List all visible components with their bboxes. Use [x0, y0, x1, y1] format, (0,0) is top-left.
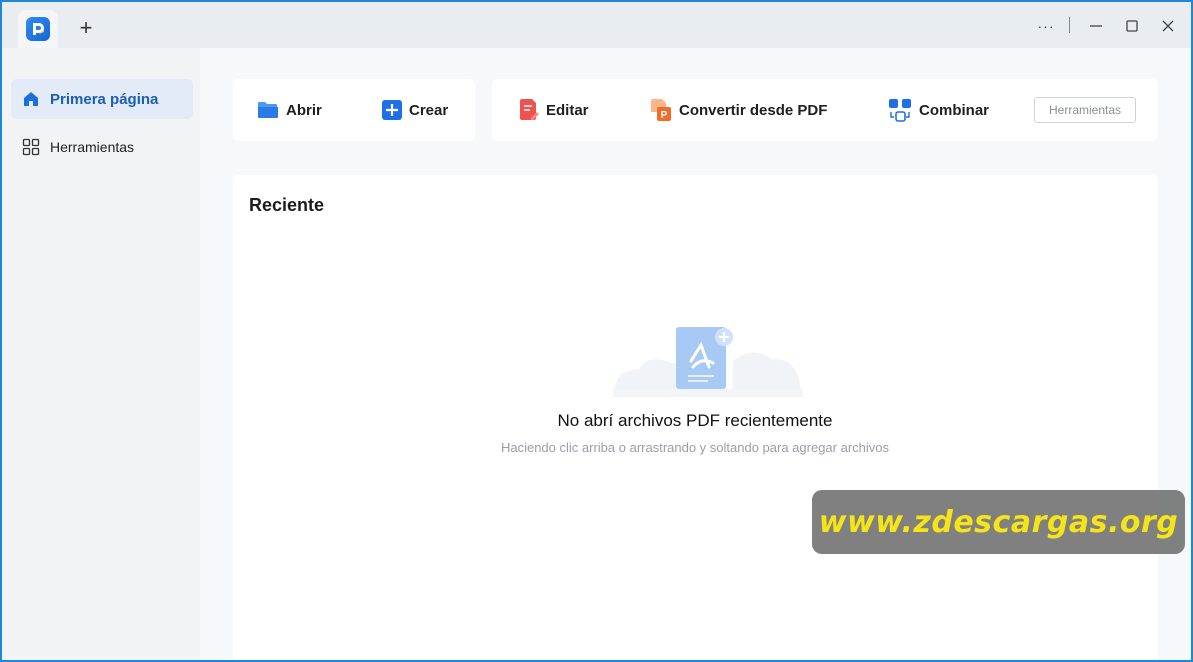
sidebar-item-label: Primera página — [50, 90, 159, 108]
combine-button[interactable]: Combinar — [889, 79, 989, 141]
app-window: + ··· Primera página Herramientas Abrir … — [2, 2, 1191, 660]
sidebar: Primera página Herramientas — [2, 48, 200, 660]
open-button[interactable]: Abrir — [257, 79, 322, 141]
maximize-icon — [1126, 20, 1138, 32]
convert-button[interactable]: P Convertir desde PDF — [650, 79, 827, 141]
plus-square-icon — [382, 100, 402, 120]
create-button[interactable]: Crear — [382, 79, 448, 141]
create-label: Crear — [409, 101, 449, 119]
sidebar-item-home[interactable]: Primera página — [11, 79, 193, 119]
close-button[interactable] — [1154, 12, 1182, 40]
empty-pdf-illustration-icon — [613, 327, 803, 397]
close-icon — [1162, 20, 1174, 32]
folder-icon — [258, 102, 278, 118]
main-content: Abrir Crear Editar P Convertir desde PDF… — [200, 48, 1191, 660]
more-options-icon[interactable]: ··· — [1032, 12, 1060, 40]
maximize-button[interactable] — [1118, 12, 1146, 40]
empty-state-subtitle: Haciendo clic arriba o arrastrando y sol… — [500, 440, 890, 455]
new-tab-button[interactable]: + — [74, 16, 98, 40]
combine-icon — [889, 98, 911, 122]
minimize-button[interactable] — [1082, 12, 1110, 40]
tools-button[interactable]: Herramientas — [1034, 97, 1136, 123]
combine-label: Combinar — [919, 101, 990, 119]
convert-label: Convertir desde PDF — [679, 101, 828, 119]
sidebar-item-label: Herramientas — [50, 139, 135, 155]
edit-document-icon — [520, 99, 539, 120]
convert-pdf-icon: P — [651, 99, 671, 121]
title-separator — [1069, 17, 1070, 33]
tools-card: Editar P Convertir desde PDF Combinar He… — [492, 79, 1158, 141]
grid-icon — [22, 138, 40, 156]
title-bar: + ··· — [2, 2, 1191, 48]
watermark-banner: www.zdescargas.org — [812, 490, 1185, 554]
app-tab[interactable] — [18, 10, 58, 48]
recent-panel: Reciente No abrí archivos PDF recienteme… — [233, 175, 1158, 660]
quick-actions-card: Abrir Crear — [233, 79, 475, 141]
recent-title: Reciente — [249, 195, 325, 215]
home-icon — [24, 92, 38, 106]
sidebar-item-tools[interactable]: Herramientas — [11, 127, 193, 167]
app-logo-icon — [26, 17, 50, 41]
edit-label: Editar — [546, 101, 589, 119]
svg-text:P: P — [661, 110, 668, 121]
open-label: Abrir — [286, 101, 322, 119]
empty-state-title: No abrí archivos PDF recientemente — [557, 411, 833, 430]
edit-button[interactable]: Editar — [519, 79, 589, 141]
minimize-icon — [1090, 25, 1102, 27]
